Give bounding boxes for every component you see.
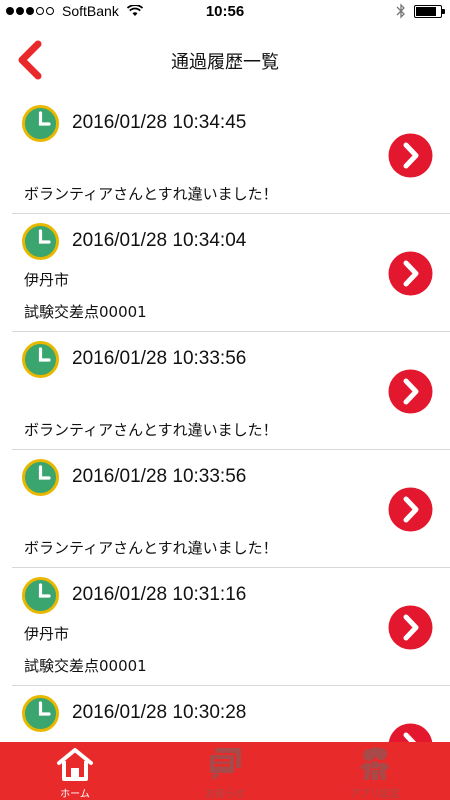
chevron-right-circle-icon[interactable]: [388, 605, 433, 650]
history-item[interactable]: 2016/01/28 10:34:04 伊丹市 試験交差点00001: [12, 214, 450, 332]
navigation-bar: 通過履歴一覧: [0, 24, 450, 96]
chevron-right-circle-icon[interactable]: [388, 369, 433, 414]
status-bar: SoftBank 10:56: [0, 0, 450, 24]
tab-notifications[interactable]: お知らせ: [150, 742, 300, 800]
history-item[interactable]: 2016/01/28 10:30:28: [12, 686, 450, 742]
clock-icon: [22, 695, 59, 732]
history-detail: ボランティアさんとすれ違いました！: [24, 539, 278, 557]
history-timestamp: 2016/01/28 10:33:56: [72, 348, 247, 369]
home-icon: [57, 748, 93, 781]
tab-app-settings[interactable]: アプリ設定: [300, 742, 450, 800]
clock-icon: [22, 223, 59, 260]
tab-label: アプリ設定: [350, 789, 400, 800]
page-title: 通過履歴一覧: [171, 52, 279, 73]
history-detail: 試験交差点00001: [24, 303, 147, 321]
tab-home[interactable]: ホーム: [0, 742, 150, 800]
history-timestamp: 2016/01/28 10:31:16: [72, 584, 247, 605]
tab-bar: ホーム お知らせ アプリ設定: [0, 742, 450, 800]
history-item[interactable]: 2016/01/28 10:33:56 ボランティアさんとすれ違いました！: [12, 450, 450, 568]
history-detail: ボランティアさんとすれ違いました！: [24, 185, 278, 203]
history-timestamp: 2016/01/28 10:34:45: [72, 112, 247, 133]
tab-label: ホーム: [60, 789, 90, 800]
history-location: 伊丹市: [24, 271, 70, 289]
chevron-right-circle-icon[interactable]: [388, 487, 433, 532]
history-location: 伊丹市: [24, 625, 70, 643]
status-right: [396, 3, 445, 19]
tab-label: お知らせ: [205, 789, 245, 800]
chevron-right-circle-icon[interactable]: [388, 723, 433, 742]
people-icon: [360, 747, 390, 780]
chevron-right-circle-icon[interactable]: [388, 251, 433, 296]
chat-icon: [208, 748, 241, 781]
clock-icon: [22, 341, 59, 378]
battery-icon: [414, 4, 445, 18]
history-item[interactable]: 2016/01/28 10:34:45 ボランティアさんとすれ違いました！: [12, 96, 450, 214]
bluetooth-icon: [396, 3, 405, 19]
history-timestamp: 2016/01/28 10:30:28: [72, 702, 247, 723]
chevron-right-circle-icon[interactable]: [388, 133, 433, 178]
history-item[interactable]: 2016/01/28 10:31:16 伊丹市 試験交差点00001: [12, 568, 450, 686]
history-timestamp: 2016/01/28 10:33:56: [72, 466, 247, 487]
clock-icon: [22, 105, 59, 142]
history-timestamp: 2016/01/28 10:34:04: [72, 230, 247, 251]
status-time: 10:56: [205, 3, 245, 20]
history-detail: 試験交差点00001: [24, 657, 147, 675]
history-item[interactable]: 2016/01/28 10:33:56 ボランティアさんとすれ違いました！: [12, 332, 450, 450]
clock-icon: [22, 459, 59, 496]
history-list[interactable]: 2016/01/28 10:34:45 ボランティアさんとすれ違いました！ 20…: [0, 96, 450, 742]
history-detail: ボランティアさんとすれ違いました！: [24, 421, 278, 439]
clock-icon: [22, 577, 59, 614]
